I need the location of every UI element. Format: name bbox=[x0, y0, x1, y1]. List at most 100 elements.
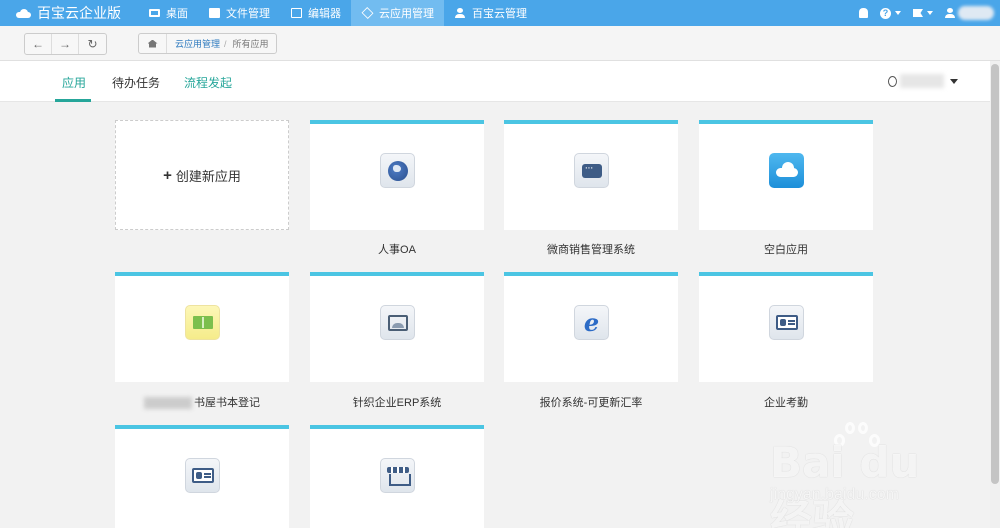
flag-menu[interactable] bbox=[907, 0, 939, 26]
app-card[interactable] bbox=[699, 120, 873, 230]
nav-desktop[interactable]: 桌面 bbox=[138, 0, 198, 26]
app-icon-box bbox=[769, 153, 804, 188]
nav-label: 桌面 bbox=[166, 8, 188, 20]
app-label[interactable]: 报价系统-可更新汇率 bbox=[504, 394, 678, 410]
app-label[interactable]: 微商销售管理系统 bbox=[504, 241, 678, 257]
tab-apps[interactable]: 应用 bbox=[62, 74, 86, 91]
app-card[interactable] bbox=[310, 272, 484, 382]
ie-icon: e bbox=[583, 307, 600, 337]
create-app-label: 创建新应用 bbox=[175, 168, 241, 184]
nav-editor[interactable]: 编辑器 bbox=[280, 0, 351, 26]
flag-icon bbox=[913, 9, 923, 17]
home-icon bbox=[147, 39, 158, 48]
user-icon bbox=[455, 8, 466, 18]
app-label[interactable]: 企业考勤 bbox=[699, 394, 873, 410]
notifications-button[interactable] bbox=[853, 0, 874, 26]
app-card[interactable]: e bbox=[504, 272, 678, 382]
baidu-jingyan-watermark: Bai du 经验 jingyan.baidu.com bbox=[760, 418, 970, 528]
app-card[interactable] bbox=[310, 425, 484, 528]
brand[interactable]: 百宝云企业版 bbox=[0, 0, 138, 26]
cube-icon bbox=[361, 7, 374, 19]
app-card[interactable] bbox=[504, 120, 678, 230]
card-band bbox=[699, 272, 873, 276]
chat-icon bbox=[581, 162, 602, 178]
app-label[interactable]: 空白应用 bbox=[699, 241, 873, 257]
bell-icon bbox=[859, 8, 868, 18]
app-icon-box bbox=[185, 458, 220, 493]
card-band bbox=[115, 425, 289, 429]
toolbar: ← → ↻ 云应用管理 / 所有应用 bbox=[0, 26, 1000, 61]
card-band bbox=[310, 425, 484, 429]
top-navbar: 百宝云企业版 桌面 文件管理 编辑器 云应用管理 百宝云管理 ? bbox=[0, 0, 1000, 26]
user-menu[interactable] bbox=[939, 0, 1000, 26]
chevron-down-icon bbox=[927, 11, 933, 15]
create-app-card[interactable]: + 创建新应用 bbox=[115, 120, 289, 230]
user-search-icon bbox=[888, 75, 897, 87]
film-icon bbox=[209, 8, 220, 18]
tab-todo[interactable]: 待办任务 bbox=[112, 74, 160, 91]
chevron-down-icon bbox=[950, 78, 958, 84]
breadcrumb-link[interactable]: 云应用管理 bbox=[167, 34, 224, 53]
app-icon-box bbox=[380, 153, 415, 188]
app-label-text: 书屋书本登记 bbox=[194, 397, 260, 409]
breadcrumb-current: 所有应用 bbox=[232, 39, 269, 49]
card-band bbox=[310, 120, 484, 124]
home-button[interactable] bbox=[139, 34, 167, 53]
nav-label: 百宝云管理 bbox=[472, 8, 527, 20]
idcard-icon bbox=[775, 315, 798, 330]
app-label[interactable]: 书屋书本登记 bbox=[115, 394, 289, 410]
navbar-right: ? bbox=[853, 0, 1000, 26]
globe-icon bbox=[387, 160, 408, 181]
app-icon-box bbox=[574, 153, 609, 188]
app-label[interactable]: 针织企业ERP系统 bbox=[310, 394, 484, 410]
card-band bbox=[504, 120, 678, 124]
nav-label: 云应用管理 bbox=[379, 8, 434, 20]
nav-label: 文件管理 bbox=[226, 8, 270, 20]
monitor-icon bbox=[149, 9, 160, 17]
help-menu[interactable]: ? bbox=[874, 0, 907, 26]
chevron-down-icon bbox=[895, 11, 901, 15]
card-band bbox=[115, 272, 289, 276]
watermark-site: jingyan.baidu.com bbox=[770, 486, 899, 503]
arrow-left-icon: ← bbox=[32, 37, 44, 51]
app-card[interactable] bbox=[115, 425, 289, 528]
nav-label: 编辑器 bbox=[308, 8, 341, 20]
user-dropdown[interactable] bbox=[888, 74, 958, 88]
app-icon-box: e bbox=[574, 305, 609, 340]
plus-icon: + bbox=[163, 166, 172, 184]
app-card[interactable] bbox=[115, 272, 289, 382]
help-icon: ? bbox=[880, 7, 891, 19]
cloud-logo-icon bbox=[16, 8, 31, 18]
blurred-username bbox=[900, 74, 944, 88]
active-tab-indicator bbox=[55, 99, 91, 102]
card-band bbox=[310, 272, 484, 276]
app-card[interactable] bbox=[699, 272, 873, 382]
book-icon bbox=[192, 316, 213, 329]
watermark-brand: Bai du 经验 bbox=[770, 438, 920, 528]
edit-icon bbox=[291, 8, 302, 18]
card-band bbox=[699, 120, 873, 124]
brand-name: 百宝云企业版 bbox=[37, 5, 121, 21]
nav-baibao-management[interactable]: 百宝云管理 bbox=[444, 0, 537, 26]
tab-flow-start[interactable]: 流程发起 bbox=[184, 74, 232, 91]
history-buttons: ← → ↻ bbox=[24, 33, 107, 55]
idcard-icon bbox=[191, 468, 214, 483]
scrollbar-thumb[interactable] bbox=[991, 64, 999, 484]
card-band bbox=[504, 272, 678, 276]
app-icon-box bbox=[185, 305, 220, 340]
forward-button[interactable]: → bbox=[52, 34, 79, 54]
user-icon bbox=[945, 8, 955, 18]
shop-icon bbox=[386, 466, 411, 486]
nav-cloud-app-management[interactable]: 云应用管理 bbox=[351, 0, 444, 26]
blurred-text bbox=[144, 397, 192, 410]
refresh-button[interactable]: ↻ bbox=[79, 34, 106, 54]
refresh-icon: ↻ bbox=[87, 37, 98, 51]
app-icon-box bbox=[769, 305, 804, 340]
nav-file-management[interactable]: 文件管理 bbox=[198, 0, 280, 26]
app-label[interactable]: 人事OA bbox=[310, 241, 484, 257]
back-button[interactable]: ← bbox=[25, 34, 52, 54]
app-icon-box bbox=[380, 305, 415, 340]
app-icon-box bbox=[380, 458, 415, 493]
arrow-right-icon: → bbox=[59, 37, 71, 51]
app-card[interactable] bbox=[310, 120, 484, 230]
